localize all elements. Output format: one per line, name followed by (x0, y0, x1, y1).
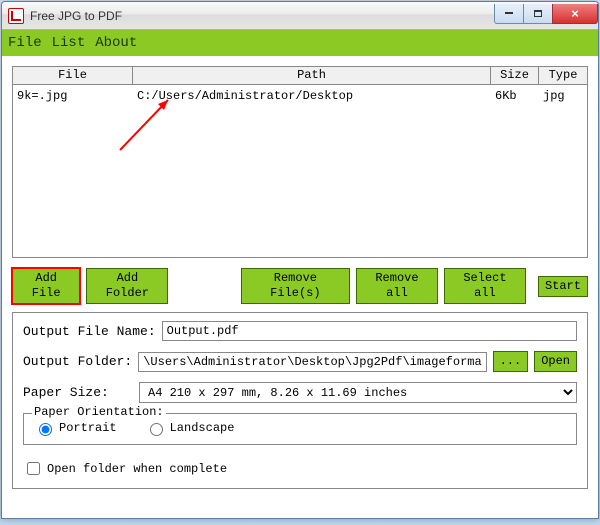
cell-size: 6Kb (491, 85, 539, 107)
open-folder-complete-label: Open folder when complete (47, 462, 227, 476)
output-folder-input[interactable] (138, 352, 486, 372)
portrait-radio[interactable] (39, 423, 52, 436)
select-all-button[interactable]: Select all (444, 268, 526, 304)
output-file-name-label: Output File Name: (23, 324, 156, 339)
cell-file: 9k=.jpg (13, 85, 133, 107)
app-window: Free JPG to PDF × File List About File P… (1, 1, 599, 519)
col-header-size[interactable]: Size (491, 67, 539, 85)
remove-files-button[interactable]: Remove File(s) (241, 268, 350, 304)
app-icon (8, 8, 24, 24)
menu-file[interactable]: File (8, 35, 42, 51)
browse-folder-button[interactable]: ... (493, 351, 529, 372)
minimize-button[interactable] (494, 4, 524, 24)
close-button[interactable]: × (552, 4, 598, 24)
window-title: Free JPG to PDF (30, 9, 495, 23)
maximize-button[interactable] (523, 4, 553, 24)
col-header-type[interactable]: Type (539, 67, 587, 85)
paper-orientation-legend: Paper Orientation: (32, 405, 166, 419)
cell-type: jpg (539, 85, 587, 107)
menu-list[interactable]: List (52, 35, 86, 51)
titlebar[interactable]: Free JPG to PDF × (2, 2, 598, 30)
menubar: File List About (2, 30, 598, 56)
table-row[interactable]: 9k=.jpg C:/Users/Administrator/Desktop 6… (13, 85, 587, 107)
add-file-button[interactable]: Add File (12, 268, 80, 304)
col-header-file[interactable]: File (13, 67, 133, 85)
paper-orientation-group: Paper Orientation: Portrait Landscape (23, 413, 577, 445)
menu-about[interactable]: About (95, 35, 137, 51)
output-file-name-input[interactable] (162, 321, 577, 341)
add-folder-button[interactable]: Add Folder (86, 268, 168, 304)
paper-size-select[interactable]: A4 210 x 297 mm, 8.26 x 11.69 inches (139, 382, 577, 403)
start-button[interactable]: Start (538, 276, 588, 297)
file-list-table[interactable]: File Path Size Type 9k=.jpg C:/Users/Adm… (12, 66, 588, 258)
table-header: File Path Size Type (13, 67, 587, 85)
remove-all-button[interactable]: Remove all (356, 268, 438, 304)
output-panel: Output File Name: Output Folder: ... Ope… (12, 312, 588, 489)
open-folder-button[interactable]: Open (534, 351, 577, 372)
open-folder-complete-checkbox[interactable] (27, 462, 40, 475)
portrait-radio-label[interactable]: Portrait (34, 420, 117, 436)
col-header-path[interactable]: Path (133, 67, 491, 85)
paper-size-label: Paper Size: (23, 385, 133, 400)
cell-path: C:/Users/Administrator/Desktop (133, 85, 491, 107)
landscape-radio[interactable] (150, 423, 163, 436)
landscape-radio-label[interactable]: Landscape (145, 420, 235, 436)
output-folder-label: Output Folder: (23, 354, 132, 369)
